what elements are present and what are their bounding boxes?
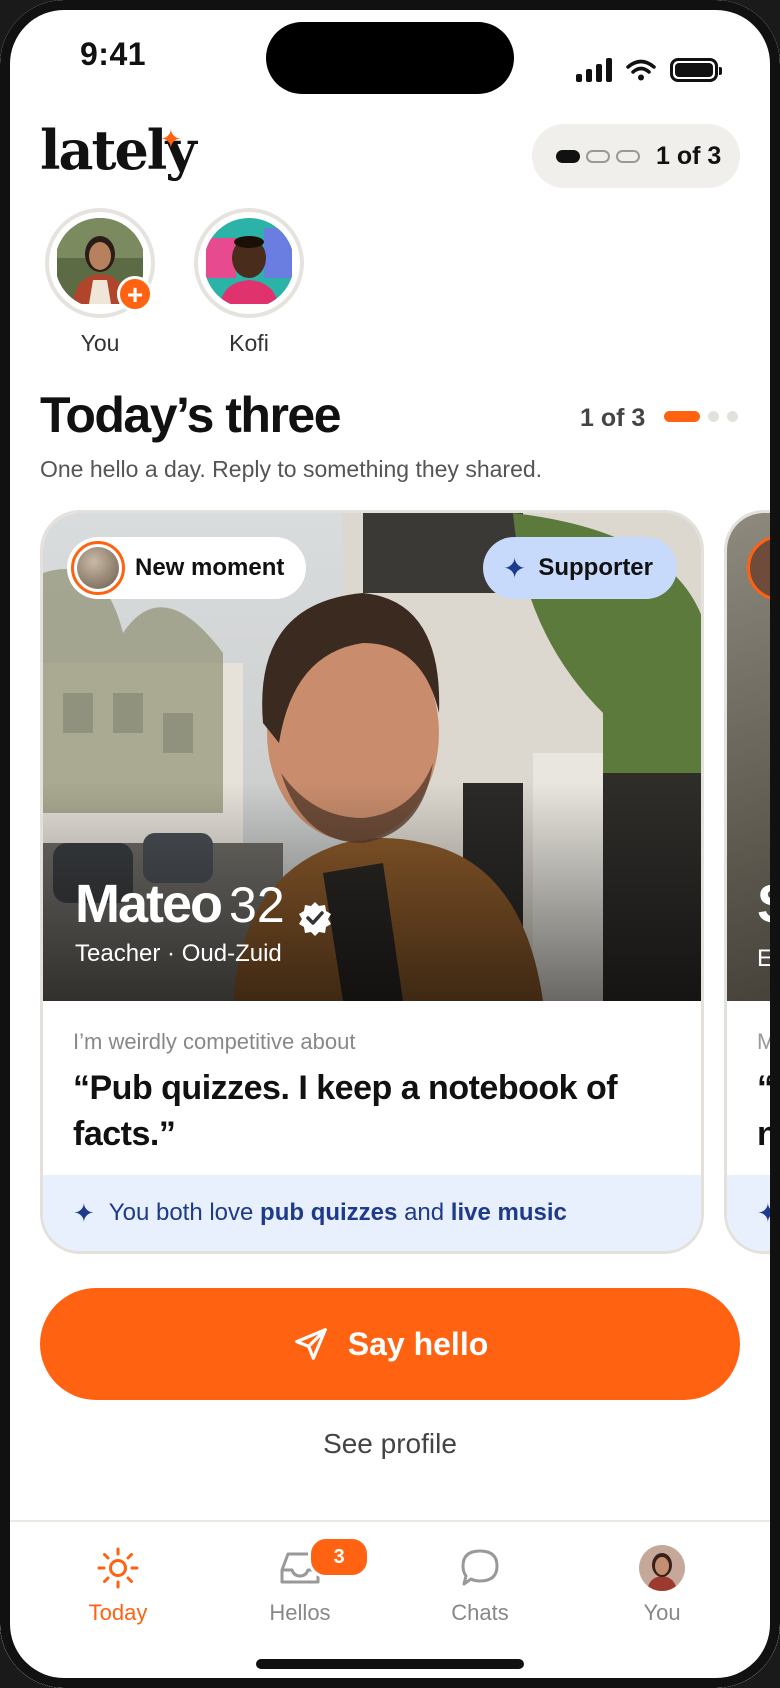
common-interest-1: pub quizzes <box>260 1199 398 1226</box>
next-answer-line: “L <box>757 1069 780 1107</box>
common-interests-text: You both love pub quizzes and live music <box>109 1199 567 1227</box>
sparkle-icon: ✦ <box>757 1198 779 1228</box>
phone-screen: 9:41 lately ✦ 1 of 3 + You Kofi Today’s … <box>0 0 780 1688</box>
prompt-question: I’m weirdly competitive about <box>73 1029 356 1054</box>
card-counter: 1 of 3 <box>580 404 646 432</box>
next-answer-line: na <box>757 1115 780 1153</box>
status-time: 9:41 <box>80 36 147 72</box>
supporter-label: Supporter <box>538 554 653 581</box>
moment-thumbnail <box>71 541 125 595</box>
next-prompt-answer: “L na <box>757 1065 780 1157</box>
next-profile-name: S <box>757 873 780 935</box>
verified-badge-icon <box>299 901 332 936</box>
tab-hellos[interactable]: 3 Hellos <box>230 1536 370 1626</box>
see-profile-link[interactable]: See profile <box>0 1428 780 1460</box>
prompt-answer[interactable]: “Pub quizzes. I keep a notebook of facts… <box>73 1065 673 1157</box>
tab-label: Chats <box>451 1600 509 1625</box>
carousel-dots <box>664 411 738 422</box>
story-ring: + <box>45 208 155 318</box>
cellular-signal-icon <box>576 58 612 82</box>
common-conjunction: and <box>404 1199 445 1226</box>
carousel-dot <box>727 411 738 422</box>
tab-you[interactable]: You <box>592 1542 732 1626</box>
avatar <box>639 1545 685 1591</box>
carousel-dot-active <box>664 411 700 422</box>
new-moment-label: New moment <box>135 554 285 581</box>
section-title: Today’s three <box>40 387 342 443</box>
sparkle-icon: ✦ <box>502 552 527 584</box>
carousel-dot <box>708 411 719 422</box>
home-indicator <box>256 1659 524 1669</box>
profile-meta: Teacher · Oud-Zuid <box>75 939 282 967</box>
story-ring <box>194 208 304 318</box>
tab-label: You <box>643 1600 681 1625</box>
say-hello-button[interactable]: Say hello <box>40 1288 740 1400</box>
wifi-icon <box>626 59 656 81</box>
progress-text: 1 of 3 <box>656 141 722 170</box>
say-hello-label: Say hello <box>347 1325 489 1362</box>
progress-segment <box>586 149 610 163</box>
battery-icon <box>670 58 722 82</box>
profile-name: Mateo <box>75 874 223 934</box>
common-interests-banner: ✦ You both love pub quizzes and live mus… <box>43 1175 701 1251</box>
chat-bubble-icon <box>461 1549 499 1586</box>
next-profile-meta: Er <box>757 945 780 972</box>
send-icon <box>294 1328 327 1360</box>
next-common-banner: ✦ <box>727 1175 780 1251</box>
hellos-count-badge: 3 <box>308 1536 370 1578</box>
profile-identity: Mateo 32 Teacher · Oud-Zuid <box>75 873 333 968</box>
profile-card[interactable]: New moment ✦ Supporter Mateo 32 Teacher ·… <box>40 510 704 1254</box>
common-interest-2: live music <box>450 1199 567 1226</box>
add-story-icon[interactable]: + <box>117 276 153 312</box>
next-profile-card[interactable]: S Er My “L na ✦ <box>724 510 780 1254</box>
progress-segment <box>616 149 640 163</box>
story-name: Kofi <box>229 330 269 356</box>
story-you[interactable]: + You <box>45 208 155 357</box>
logo-sparkle-icon: ✦ <box>160 124 182 154</box>
story-name: You <box>80 330 120 356</box>
status-icons <box>576 58 722 82</box>
sparkle-icon: ✦ <box>73 1197 95 1228</box>
supporter-badge: ✦ Supporter <box>482 537 677 599</box>
profile-age: 32 <box>229 877 285 933</box>
next-prompt-question: My <box>757 1029 780 1054</box>
new-moment-chip[interactable]: New moment <box>67 537 307 599</box>
story-kofi[interactable]: Kofi <box>194 208 304 357</box>
section-subtitle: One hello a day. Reply to something they… <box>40 456 543 482</box>
tab-today[interactable]: Today <box>48 1542 188 1626</box>
progress-segment-active <box>556 149 580 163</box>
common-prefix: You both love <box>108 1199 254 1226</box>
daily-progress-pill[interactable]: 1 of 3 <box>532 124 740 188</box>
dynamic-island <box>266 22 514 94</box>
avatar <box>204 218 294 308</box>
tab-label: Today <box>88 1600 148 1625</box>
tab-chats[interactable]: Chats <box>410 1542 550 1626</box>
sun-icon <box>97 1547 139 1589</box>
tab-label: Hellos <box>269 1600 331 1625</box>
